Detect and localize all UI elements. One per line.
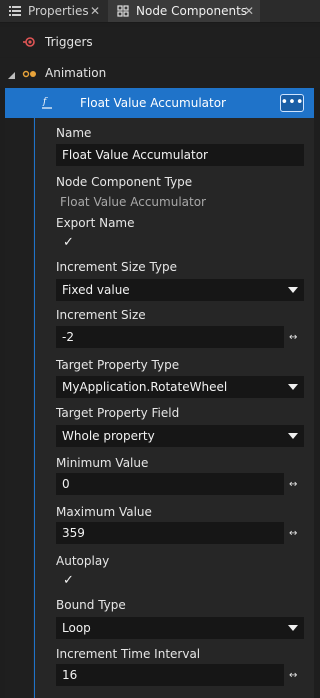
increment-time-interval-value: 16 <box>62 668 78 682</box>
list-icon <box>9 5 21 17</box>
target-property-field-dropdown[interactable]: Whole property <box>56 425 304 447</box>
bound-type-dropdown[interactable]: Loop <box>56 617 304 639</box>
target-property-field-label: Target Property Field <box>56 406 180 420</box>
increment-size-type-label: Increment Size Type <box>56 260 178 274</box>
minimum-value-label: Minimum Value <box>56 456 149 470</box>
svg-text:f: f <box>42 97 48 107</box>
target-property-type-dropdown[interactable]: MyApplication.RotateWheel <box>56 376 304 398</box>
tree-label-selected: Float Value Accumulator <box>80 96 226 110</box>
type-label: Node Component Type <box>56 175 193 189</box>
export-name-checkbox[interactable]: ✓ <box>63 236 75 249</box>
increment-size-value: -2 <box>62 330 74 344</box>
function-icon: f <box>40 96 54 113</box>
increment-time-interval-field[interactable]: 16 <box>56 664 284 686</box>
animation-icon <box>22 68 38 82</box>
tab-bar: Properties ✕ Node Components ✕ <box>0 0 320 23</box>
drag-adjust-icon[interactable]: ↔ <box>289 529 305 539</box>
maximum-value-value: 359 <box>62 526 85 540</box>
tab-properties[interactable]: Properties ✕ <box>0 0 106 22</box>
autoplay-label: Autoplay <box>56 554 110 568</box>
tree-label-animation: Animation <box>45 66 107 80</box>
tree-item-animation[interactable]: Animation <box>0 58 320 88</box>
tree-label-triggers: Triggers <box>45 35 93 49</box>
tab-node-components[interactable]: Node Components ✕ <box>108 0 260 22</box>
node-components-icon <box>117 5 129 17</box>
name-label: Name <box>56 126 92 140</box>
chevron-down-icon <box>288 625 298 631</box>
tree-item-triggers[interactable]: Triggers <box>0 27 320 57</box>
maximum-value-field[interactable]: 359 <box>56 522 284 544</box>
drag-adjust-icon[interactable]: ↔ <box>289 671 305 681</box>
tree-item-float-value-accumulator[interactable]: f Float Value Accumulator ••• <box>5 88 314 118</box>
tab-label: Properties <box>28 4 89 18</box>
name-field-value: Float Value Accumulator <box>62 148 208 162</box>
target-property-type-value: MyApplication.RotateWheel <box>62 380 228 394</box>
drag-adjust-icon[interactable]: ↔ <box>289 333 305 343</box>
indent-stripe <box>5 118 33 698</box>
trigger-icon <box>23 36 37 51</box>
increment-time-interval-label: Increment Time Interval <box>56 647 201 661</box>
collapse-arrow-icon[interactable] <box>8 69 16 83</box>
autoplay-checkbox[interactable]: ✓ <box>63 574 75 587</box>
name-field[interactable]: Float Value Accumulator <box>56 144 304 166</box>
chevron-down-icon <box>288 433 298 439</box>
increment-size-type-value: Fixed value <box>62 283 130 297</box>
increment-size-field[interactable]: -2 <box>56 326 284 348</box>
selection-indicator <box>34 118 35 698</box>
chevron-down-icon <box>288 384 298 390</box>
export-name-label: Export Name <box>56 216 135 230</box>
bound-type-value: Loop <box>62 621 91 635</box>
tab-label: Node Components <box>136 4 248 18</box>
close-icon[interactable]: ✕ <box>90 4 100 18</box>
minimum-value-field[interactable]: 0 <box>56 473 284 495</box>
target-property-type-label: Target Property Type <box>56 358 180 372</box>
target-property-field-value: Whole property <box>62 429 155 443</box>
maximum-value-label: Maximum Value <box>56 505 152 519</box>
type-value: Float Value Accumulator <box>60 195 206 209</box>
increment-size-label: Increment Size <box>56 308 146 322</box>
increment-size-type-dropdown[interactable]: Fixed value <box>56 279 304 301</box>
drag-adjust-icon[interactable]: ↔ <box>289 480 305 490</box>
minimum-value-value: 0 <box>62 477 70 491</box>
more-options-button[interactable]: ••• <box>280 94 304 112</box>
chevron-down-icon <box>288 287 298 293</box>
close-icon[interactable]: ✕ <box>244 4 254 18</box>
bound-type-label: Bound Type <box>56 598 126 612</box>
